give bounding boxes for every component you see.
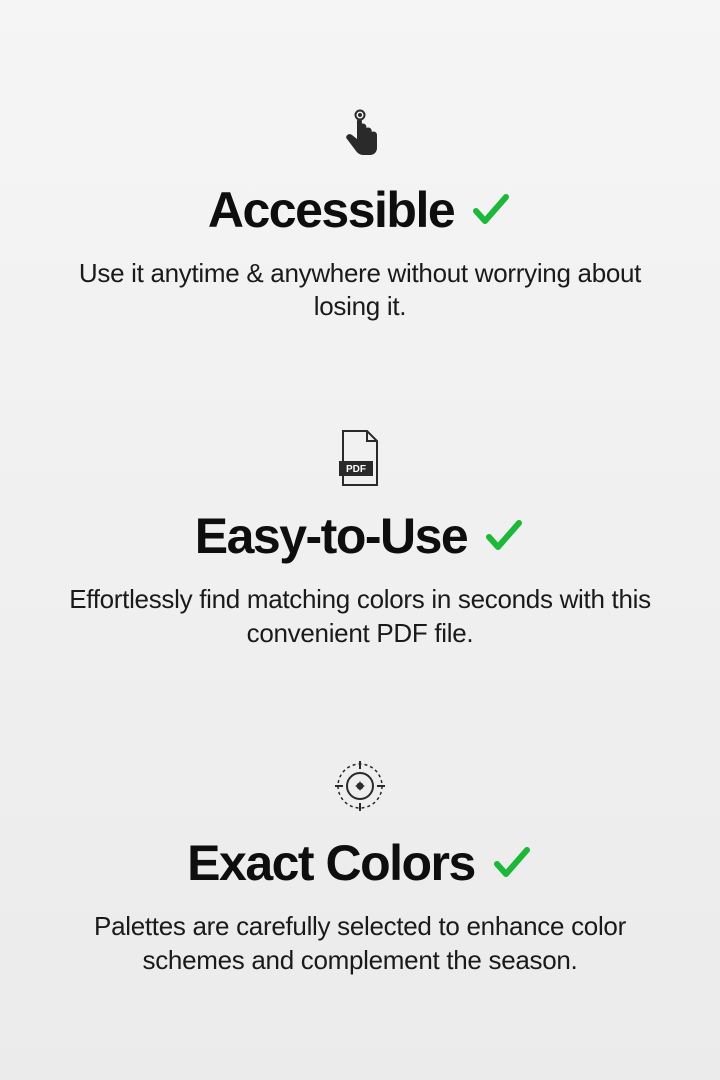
heading-row-accessible: Accessible bbox=[208, 181, 512, 239]
checkmark-icon bbox=[483, 515, 525, 557]
description-easy-to-use: Effortlessly find matching colors in sec… bbox=[60, 583, 660, 651]
feature-easy-to-use: PDF Easy-to-Use Effortlessly find matchi… bbox=[40, 429, 680, 651]
description-exact-colors: Palettes are carefully selected to enhan… bbox=[60, 910, 660, 978]
heading-accessible: Accessible bbox=[208, 181, 454, 239]
svg-text:PDF: PDF bbox=[346, 464, 366, 475]
feature-accessible: Accessible Use it anytime & anywhere wit… bbox=[40, 103, 680, 325]
heading-row-easy-to-use: Easy-to-Use bbox=[195, 507, 526, 565]
pdf-file-icon: PDF bbox=[335, 429, 385, 489]
heading-row-exact-colors: Exact Colors bbox=[187, 834, 533, 892]
checkmark-icon bbox=[491, 842, 533, 884]
checkmark-icon bbox=[470, 189, 512, 231]
heading-easy-to-use: Easy-to-Use bbox=[195, 507, 468, 565]
heading-exact-colors: Exact Colors bbox=[187, 834, 475, 892]
feature-exact-colors: Exact Colors Palettes are carefully sele… bbox=[40, 756, 680, 978]
description-accessible: Use it anytime & anywhere without worryi… bbox=[60, 257, 660, 325]
target-icon bbox=[333, 756, 387, 816]
touch-icon bbox=[336, 103, 384, 163]
